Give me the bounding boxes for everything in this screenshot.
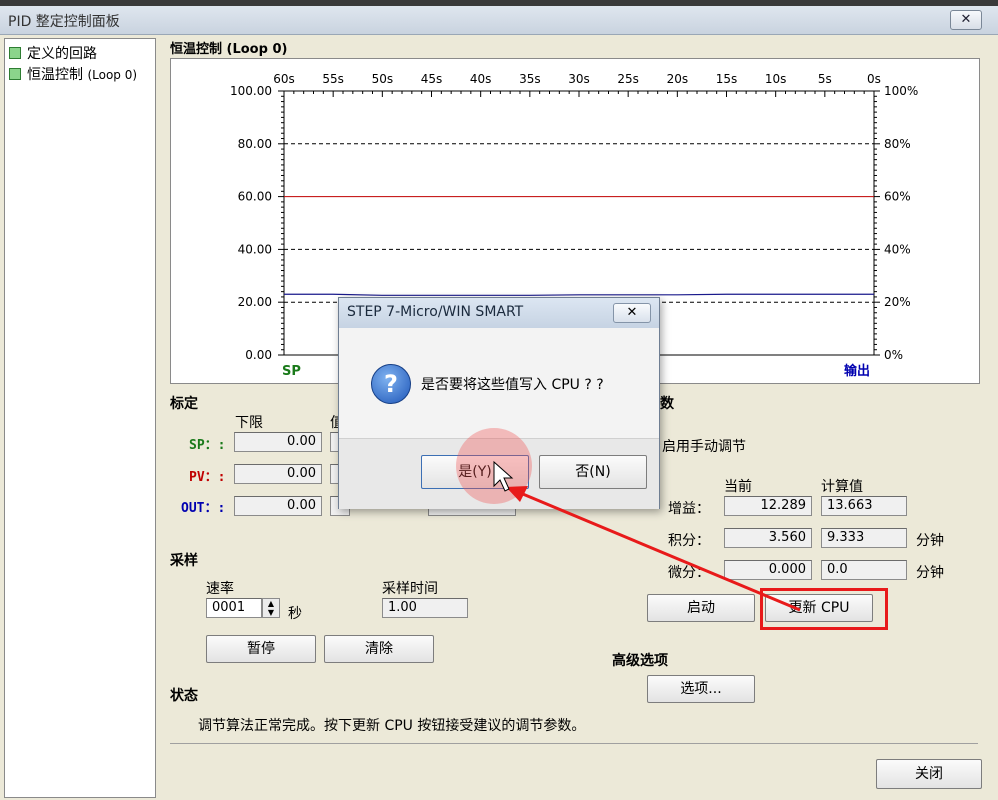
no-button[interactable]: 否(N): [539, 455, 647, 489]
integral-current-field: 3.560: [724, 528, 812, 548]
close-button[interactable]: 关闭: [876, 759, 982, 789]
window-titlebar: PID 整定控制面板 ✕: [0, 6, 998, 35]
sp-label-text: SP: [189, 438, 205, 453]
gain-label: 增益：: [668, 501, 710, 517]
time-tick-label: 55s: [322, 72, 344, 86]
dialog-message: 是否要将这些值写入 CPU ? ?: [421, 377, 604, 393]
derivative-current-field: 0.000: [724, 560, 812, 580]
sp-legend-label: SP: [282, 364, 301, 379]
window-close-button[interactable]: ✕: [950, 10, 982, 30]
time-tick-label: 35s: [519, 72, 541, 86]
clear-button[interactable]: 清除: [324, 635, 434, 663]
left-axis-label: 60.00: [238, 190, 272, 204]
pv-lower-field[interactable]: 0.00: [234, 464, 322, 484]
manual-tuning-label: 启用手动调节: [662, 439, 746, 455]
left-axis-label: 0.00: [245, 348, 272, 362]
derivative-unit: 分钟: [916, 565, 944, 581]
dialog-title: STEP 7-Micro/WIN SMART: [347, 304, 524, 320]
status-message: 调节算法正常完成。按下更新 CPU 按钮接受建议的调节参数。: [198, 718, 586, 734]
gain-calc-field: 13.663: [821, 496, 907, 516]
right-axis-label: 80%: [884, 137, 911, 151]
time-tick-label: 10s: [765, 72, 787, 86]
right-axis-label: 40%: [884, 242, 911, 256]
right-axis-label: 60%: [884, 190, 911, 204]
sample-time-label: 采样时间: [382, 581, 438, 597]
left-axis-label: 40.00: [238, 242, 272, 256]
left-axis-label: 100.00: [230, 84, 272, 98]
calc-header: 计算值: [821, 479, 863, 495]
sampling-title: 采样: [170, 553, 198, 569]
time-tick-label: 45s: [421, 72, 443, 86]
output-legend-label: 输出: [844, 363, 870, 379]
integral-unit: 分钟: [916, 533, 944, 549]
time-tick-label: 5s: [818, 72, 832, 86]
sp-row-label: SP：:: [189, 438, 226, 453]
right-axis-label: 0%: [884, 348, 903, 362]
tree-item-label: 定义的回路: [27, 46, 97, 62]
sp-lower-field[interactable]: 0.00: [234, 432, 322, 452]
calibration-title: 标定: [170, 396, 198, 412]
dialog-close-button[interactable]: ✕: [613, 303, 651, 323]
time-tick-label: 30s: [568, 72, 590, 86]
params-title: 数: [660, 396, 674, 412]
green-square-icon: [9, 68, 21, 80]
integral-label: 积分：: [668, 533, 710, 549]
status-title: 状态: [170, 688, 198, 704]
left-axis-label: 80.00: [238, 137, 272, 151]
pv-row-label: PV：:: [189, 470, 226, 485]
time-tick-label: 25s: [617, 72, 639, 86]
gain-current-field: 12.289: [724, 496, 812, 516]
current-header: 当前: [724, 479, 752, 495]
green-square-icon: [9, 47, 21, 59]
tree-item-loop0[interactable]: 恒温控制 (Loop 0): [9, 64, 137, 84]
out-row-label: OUT：:: [181, 501, 226, 516]
time-tick-label: 15s: [716, 72, 738, 86]
dialog-titlebar: STEP 7-Micro/WIN SMART ✕: [339, 298, 659, 328]
start-button[interactable]: 启动: [647, 594, 755, 622]
advanced-title: 高级选项: [612, 653, 668, 669]
rate-unit: 秒: [288, 606, 302, 622]
derivative-calc-field: 0.0: [821, 560, 907, 580]
question-icon: ?: [371, 364, 411, 404]
highlight-box: [760, 588, 888, 630]
pause-button[interactable]: 暂停: [206, 635, 316, 663]
rate-spinner[interactable]: ▲ ▼: [262, 598, 280, 618]
right-axis-label: 100%: [884, 84, 918, 98]
lower-limit-header: 下限: [235, 415, 263, 431]
left-axis-label: 20.00: [238, 295, 272, 309]
out-lower-field[interactable]: 0.00: [234, 496, 322, 516]
window-title: PID 整定控制面板: [8, 14, 120, 30]
sample-time-field: 1.00: [382, 598, 468, 618]
derivative-label: 微分：: [668, 565, 710, 581]
rate-input[interactable]: 0001: [206, 598, 262, 618]
loop-tree: 定义的回路 恒温控制 (Loop 0): [4, 38, 156, 798]
tree-item-sub: (Loop 0): [87, 68, 138, 82]
time-tick-label: 40s: [470, 72, 492, 86]
click-highlight: [456, 428, 532, 504]
time-tick-label: 50s: [372, 72, 394, 86]
time-tick-label: 20s: [667, 72, 689, 86]
pv-label-text: PV: [189, 470, 205, 485]
pv-trace: [284, 293, 874, 296]
time-tick-label: 0s: [867, 72, 881, 86]
options-button[interactable]: 选项...: [647, 675, 755, 703]
plot-title: 恒温控制 (Loop 0): [170, 42, 288, 57]
confirm-dialog: STEP 7-Micro/WIN SMART ✕ ? 是否要将这些值写入 CPU…: [338, 297, 660, 509]
out-label-text: OUT: [181, 501, 205, 516]
rate-label: 速率: [206, 581, 234, 597]
time-tick-label: 60s: [273, 72, 295, 86]
tree-item-defined-loops[interactable]: 定义的回路: [9, 43, 97, 63]
integral-calc-field: 9.333: [821, 528, 907, 548]
tree-item-label: 恒温控制: [27, 67, 83, 83]
right-axis-label: 20%: [884, 295, 911, 309]
divider: [170, 743, 978, 744]
